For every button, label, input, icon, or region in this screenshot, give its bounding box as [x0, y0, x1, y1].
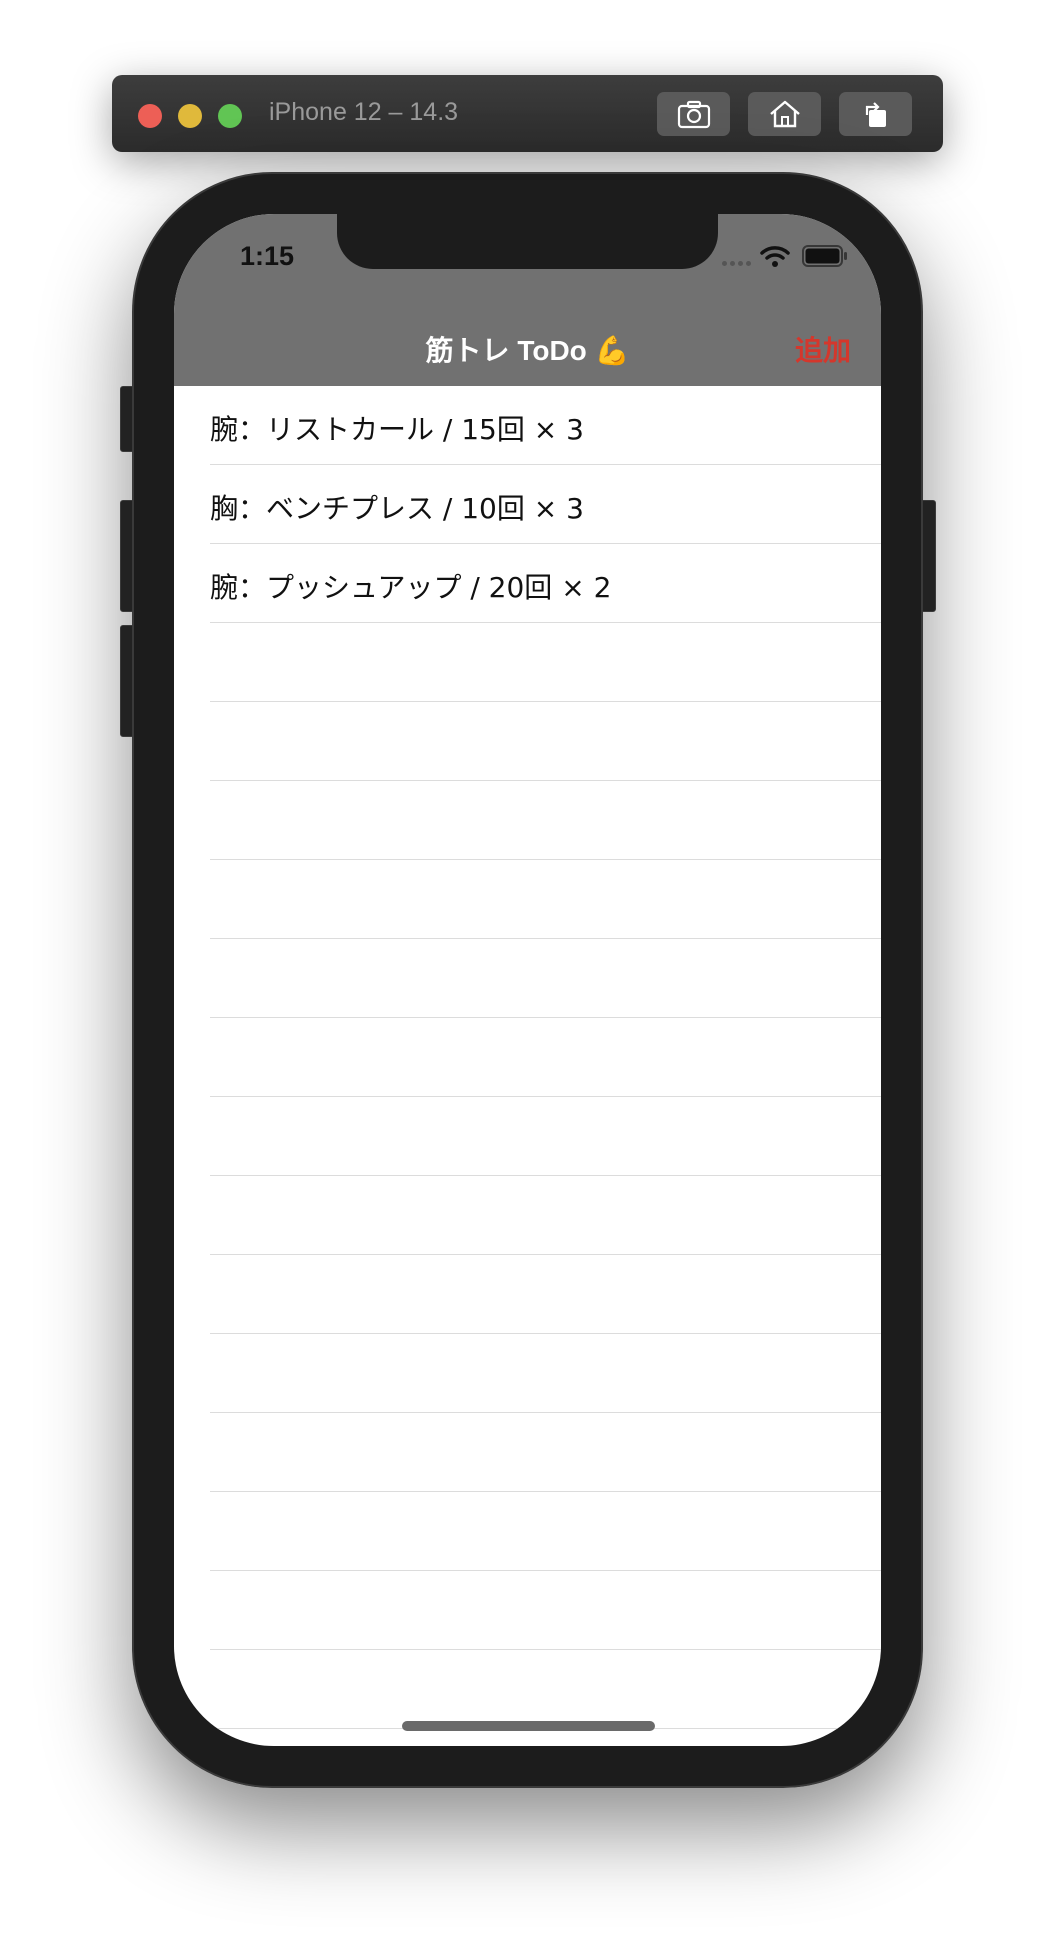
simulator-title: iPhone 12 – 14.3: [269, 98, 459, 126]
empty-row: [210, 1097, 881, 1176]
empty-row: [210, 1650, 881, 1729]
rotate-button[interactable]: [839, 92, 912, 136]
list-item-label: 腕：プッシュアップ / 20回 × 2: [210, 571, 612, 604]
phone-screen: 1:15 筋トレ ToDo 💪 追加 腕：リストカール / 15回 × 3 胸：…: [174, 214, 881, 1746]
notch: [337, 214, 718, 269]
empty-row: [210, 1492, 881, 1571]
home-indicator[interactable]: [402, 1721, 655, 1731]
navigation-bar: 筋トレ ToDo 💪 追加: [174, 312, 881, 386]
empty-row: [210, 939, 881, 1018]
list-item[interactable]: 腕：リストカール / 15回 × 3: [210, 386, 881, 465]
window-minimize-button[interactable]: [178, 104, 202, 128]
home-icon: [769, 100, 800, 128]
empty-row: [210, 1018, 881, 1097]
rotate-icon: [865, 102, 886, 127]
window-maximize-button[interactable]: [218, 104, 242, 128]
empty-row: [210, 781, 881, 860]
empty-row: [210, 1413, 881, 1492]
wifi-icon: [760, 246, 790, 267]
empty-row: [210, 702, 881, 781]
camera-icon: [677, 100, 710, 129]
empty-row: [210, 1571, 881, 1650]
cellular-signal-icon: [722, 261, 751, 266]
empty-row: [210, 1176, 881, 1255]
window-close-button[interactable]: [138, 104, 162, 128]
list-item-label: 腕：リストカール / 15回 × 3: [210, 413, 584, 446]
simulator-toolbar: iPhone 12 – 14.3: [112, 75, 943, 152]
status-time: 1:15: [240, 241, 295, 271]
page-title: 筋トレ ToDo 💪: [425, 335, 630, 366]
todo-list: 腕：リストカール / 15回 × 3 胸：ベンチプレス / 10回 × 3 腕：…: [174, 386, 881, 1729]
empty-row: [210, 623, 881, 702]
empty-row: [210, 1255, 881, 1334]
list-item[interactable]: 腕：プッシュアップ / 20回 × 2: [210, 544, 881, 623]
battery-icon: [802, 245, 847, 267]
list-item-label: 胸：ベンチプレス / 10回 × 3: [210, 492, 584, 525]
empty-row: [210, 1334, 881, 1413]
list-item[interactable]: 胸：ベンチプレス / 10回 × 3: [210, 465, 881, 544]
add-button[interactable]: 追加: [795, 329, 851, 369]
home-button[interactable]: [748, 92, 821, 136]
screenshot-button[interactable]: [657, 92, 730, 136]
empty-row: [210, 860, 881, 939]
status-bar: 1:15: [174, 214, 881, 312]
